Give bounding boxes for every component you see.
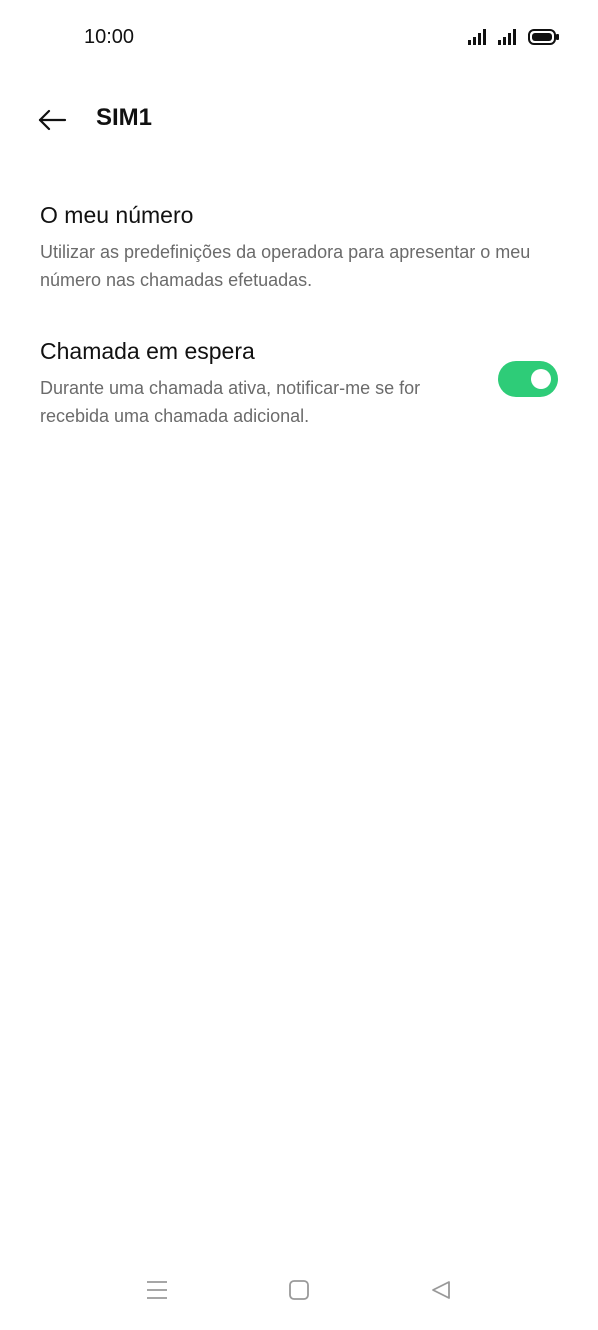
- menu-icon: [147, 1281, 167, 1299]
- status-icons: [468, 28, 560, 46]
- navigation-bar: [0, 1250, 598, 1330]
- status-bar: 10:00: [0, 0, 598, 76]
- app-header: SIM1: [0, 92, 598, 148]
- setting-title: Chamada em espera: [40, 338, 255, 364]
- back-button[interactable]: [30, 98, 74, 142]
- battery-icon: [528, 29, 559, 45]
- signal-icon: [498, 29, 516, 45]
- signal-icon: [468, 29, 486, 45]
- status-time: 10:00: [84, 26, 135, 48]
- toggle-knob: [531, 369, 551, 389]
- back-arrow-icon: [38, 109, 67, 131]
- home-button[interactable]: [279, 1270, 319, 1310]
- back-triangle-icon: [432, 1281, 450, 1299]
- setting-my-number[interactable]: O meu número Utilizar as predefinições d…: [0, 196, 598, 300]
- setting-call-waiting[interactable]: Chamada em espera Durante uma chamada at…: [0, 332, 598, 436]
- page-title: SIM1: [96, 104, 153, 131]
- setting-description: Utilizar as predefinições da operadora p…: [40, 242, 531, 290]
- call-waiting-toggle[interactable]: [498, 361, 558, 397]
- menu-button[interactable]: [137, 1270, 177, 1310]
- setting-title: O meu número: [40, 202, 194, 228]
- setting-description: Durante uma chamada ativa, notificar-me …: [40, 378, 421, 426]
- nav-back-button[interactable]: [421, 1270, 461, 1310]
- home-icon: [289, 1280, 309, 1300]
